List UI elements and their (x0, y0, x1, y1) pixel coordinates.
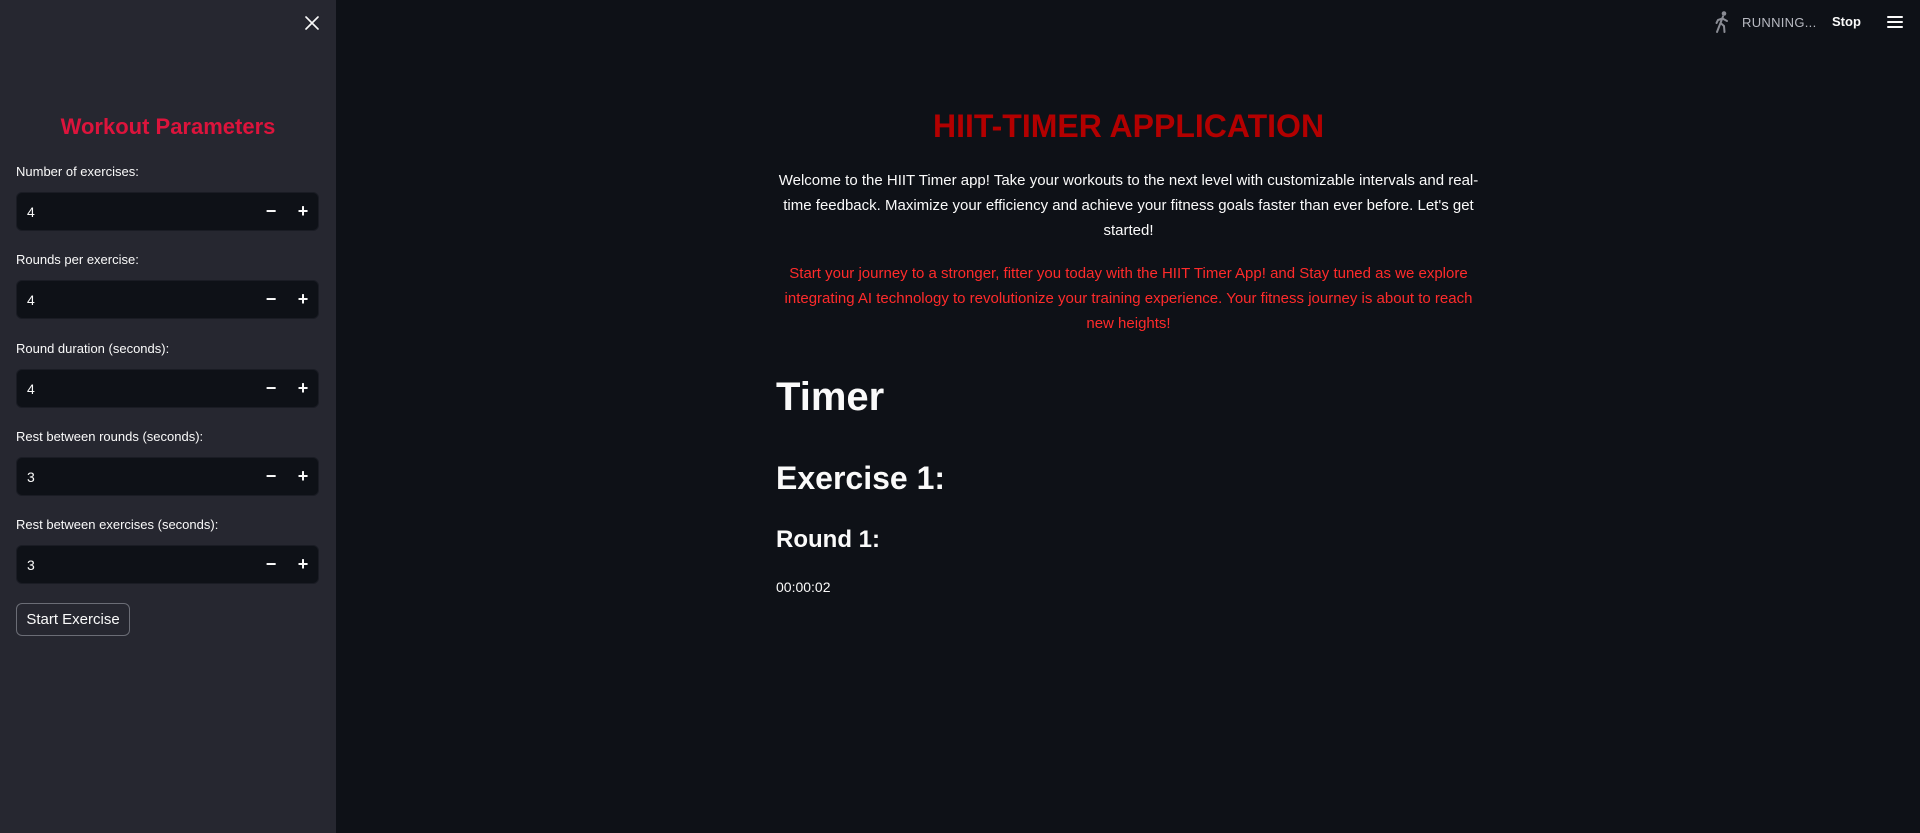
round-duration-label: Round duration (seconds): (16, 341, 170, 356)
rest-between-rounds-input[interactable] (25, 458, 247, 495)
exercises-count-input-group: − + (16, 192, 319, 231)
round-duration-decrement-button[interactable]: − (255, 370, 287, 407)
rounds-per-exercise-decrement-button[interactable]: − (255, 281, 287, 318)
exercises-count-decrement-button[interactable]: − (255, 193, 287, 230)
rounds-per-exercise-input-group: − + (16, 280, 319, 319)
intro-text: Welcome to the HIIT Timer app! Take your… (778, 172, 1479, 239)
rest-between-rounds-decrement-button[interactable]: − (255, 458, 287, 495)
rest-between-rounds-increment-button[interactable]: + (287, 458, 319, 495)
start-exercise-button[interactable]: Start Exercise (16, 603, 130, 636)
rest-between-exercises-increment-button[interactable]: + (287, 546, 319, 583)
hamburger-menu-icon (1887, 16, 1903, 18)
rest-between-exercises-input[interactable] (25, 546, 247, 583)
stop-button[interactable]: Stop (1832, 14, 1861, 29)
round-duration-increment-button[interactable]: + (287, 370, 319, 407)
timer-display: 00:00:02 (776, 579, 831, 595)
rest-between-rounds-label: Rest between rounds (seconds): (16, 429, 204, 444)
run-status: RUNNING... (1712, 10, 1817, 34)
running-person-icon (1715, 11, 1728, 33)
exercise-heading: Exercise 1: (776, 460, 946, 496)
exercises-count-input[interactable] (25, 193, 247, 230)
round-duration-input-group: − + (16, 369, 319, 408)
rest-between-exercises-decrement-button[interactable]: − (255, 546, 287, 583)
sidebar-title: Workout Parameters (60, 114, 276, 139)
main-menu-button[interactable] (1887, 12, 1909, 32)
rounds-per-exercise-increment-button[interactable]: + (287, 281, 319, 318)
rounds-per-exercise-label: Rounds per exercise: (16, 252, 139, 267)
rounds-per-exercise-input[interactable] (25, 281, 247, 318)
round-heading: Round 1: (776, 526, 880, 553)
app-title: HIIT-TIMER APPLICATION (932, 108, 1325, 144)
exercises-count-label: Number of exercises: (16, 164, 139, 179)
rest-between-exercises-input-group: − + (16, 545, 319, 584)
status-text: RUNNING... (1742, 14, 1817, 30)
rest-between-exercises-label: Rest between exercises (seconds): (16, 517, 219, 532)
close-sidebar-button[interactable] (300, 11, 324, 35)
sidebar: Workout Parameters Number of exercises: … (0, 0, 336, 833)
intro-highlight-text: Start your journey to a stronger, fitter… (784, 265, 1473, 332)
close-icon (305, 16, 319, 30)
round-duration-input[interactable] (25, 370, 247, 407)
timer-heading: Timer (776, 375, 885, 419)
rest-between-rounds-input-group: − + (16, 457, 319, 496)
exercises-count-increment-button[interactable]: + (287, 193, 319, 230)
